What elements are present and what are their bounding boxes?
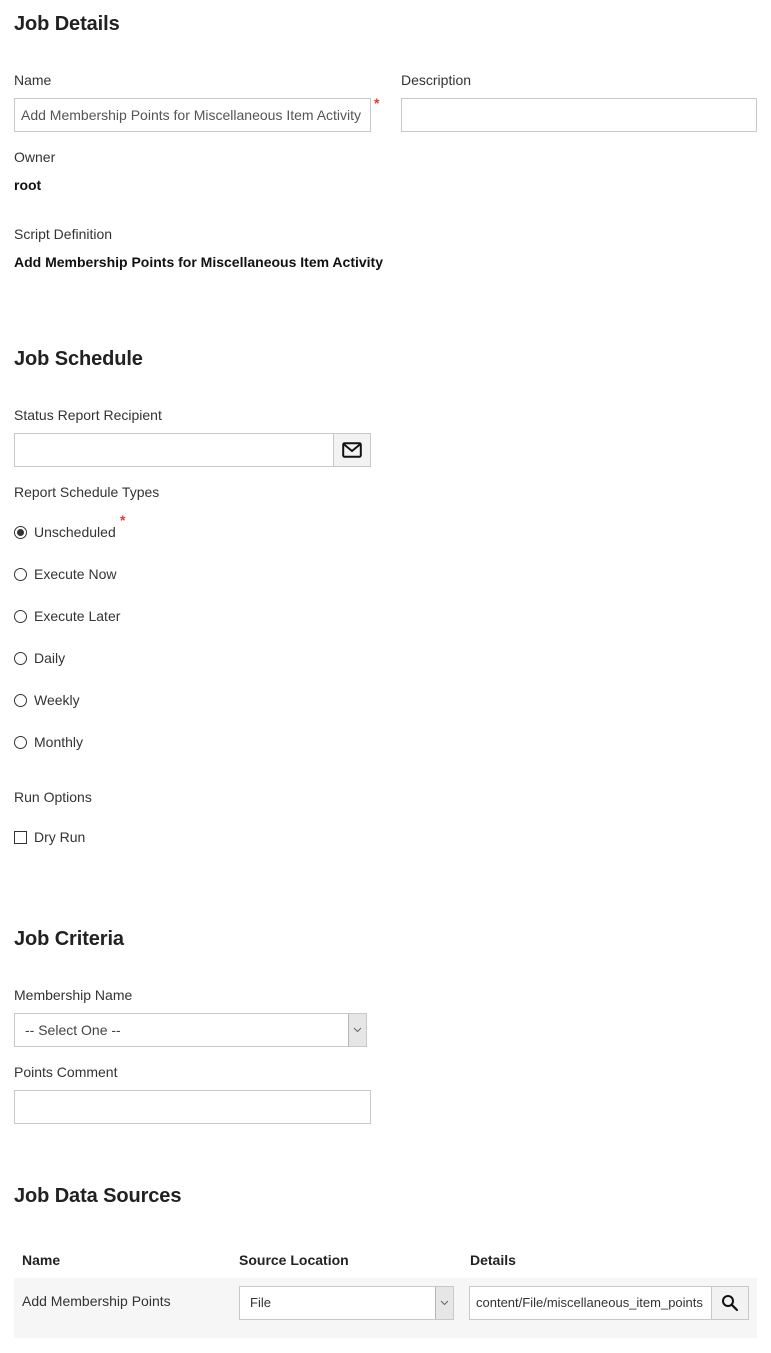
run-options-label: Run Options (14, 789, 92, 805)
radio-label: Unscheduled (34, 524, 116, 540)
dry-run-label: Dry Run (34, 829, 86, 845)
radio-label: Execute Later (34, 608, 121, 624)
source-location-selected-value: File (250, 1295, 271, 1310)
status-report-recipient-input[interactable] (14, 433, 334, 467)
radio-button[interactable] (14, 567, 27, 581)
radio-label: Execute Now (34, 566, 117, 582)
owner-value: root (14, 177, 42, 193)
job-data-sources-heading: Job Data Sources (14, 1185, 182, 1207)
radio-unscheduled[interactable]: Unscheduled (14, 524, 116, 540)
description-input[interactable] (401, 98, 757, 132)
script-definition-value: Add Membership Points for Miscellaneous … (14, 254, 383, 270)
membership-name-select[interactable]: -- Select One -- (14, 1013, 367, 1047)
description-label: Description (401, 72, 472, 88)
search-icon (722, 1295, 739, 1312)
radio-button[interactable] (14, 651, 27, 665)
column-header-details: Details (470, 1252, 516, 1268)
status-report-recipient-label: Status Report Recipient (14, 407, 162, 423)
radio-daily[interactable]: Daily (14, 650, 65, 666)
script-definition-label: Script Definition (14, 226, 113, 242)
report-schedule-types-label: Report Schedule Types (14, 484, 160, 500)
status-report-recipient-group (14, 433, 371, 467)
radio-button[interactable] (14, 735, 27, 749)
radio-button[interactable] (14, 609, 27, 623)
name-required-marker: * (374, 95, 380, 111)
radio-execute-now[interactable]: Execute Now (14, 566, 116, 582)
mail-icon (342, 442, 362, 458)
data-source-name: Add Membership Points (22, 1293, 171, 1309)
table-row: Add Membership Points File content/File/… (14, 1278, 757, 1338)
column-header-name: Name (22, 1252, 61, 1268)
radio-label: Weekly (34, 692, 80, 708)
points-comment-label: Points Comment (14, 1064, 118, 1080)
schedule-required-marker: * (120, 512, 126, 528)
membership-name-selected-value: -- Select One -- (25, 1022, 121, 1038)
chevron-down-icon (440, 1300, 449, 1306)
radio-label: Daily (34, 650, 66, 666)
source-location-select[interactable]: File (239, 1286, 454, 1320)
dry-run-option[interactable]: Dry Run (14, 829, 85, 845)
radio-button-checked[interactable] (14, 525, 27, 539)
job-criteria-heading: Job Criteria (14, 928, 124, 950)
details-search-button[interactable] (712, 1286, 749, 1320)
radio-button[interactable] (14, 693, 27, 707)
name-input[interactable]: Add Membership Points for Miscellaneous … (14, 98, 371, 132)
name-label: Name (14, 72, 52, 88)
job-details-heading: Job Details (14, 13, 120, 35)
radio-label: Monthly (34, 734, 84, 750)
membership-name-label: Membership Name (14, 987, 133, 1003)
source-location-dropdown-arrow[interactable] (435, 1287, 453, 1319)
details-input-group: content/File/miscellaneous_item_points (469, 1286, 749, 1320)
membership-name-dropdown-arrow[interactable] (348, 1014, 366, 1046)
points-comment-input[interactable] (14, 1090, 371, 1124)
radio-weekly[interactable]: Weekly (14, 692, 80, 708)
recipient-mail-button[interactable] (334, 433, 371, 467)
chevron-down-icon (353, 1027, 362, 1033)
job-schedule-heading: Job Schedule (14, 348, 143, 370)
radio-execute-later[interactable]: Execute Later (14, 608, 120, 624)
owner-label: Owner (14, 149, 56, 165)
column-header-source-location: Source Location (239, 1252, 349, 1268)
details-input[interactable]: content/File/miscellaneous_item_points (469, 1286, 712, 1320)
dry-run-checkbox[interactable] (14, 830, 27, 844)
radio-monthly[interactable]: Monthly (14, 734, 83, 750)
